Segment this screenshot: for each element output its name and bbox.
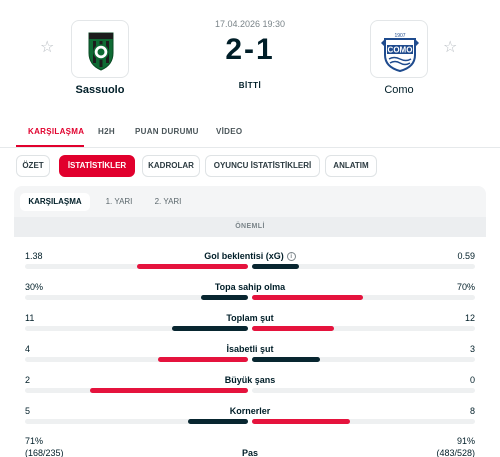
stat-label: İsabetli şut (0, 344, 500, 354)
tab-puan-durumu[interactable]: PUAN DURUMU (135, 127, 199, 136)
home-bar-fill (188, 419, 248, 424)
stat-away-value: 91% (456, 436, 475, 446)
away-bar-fill (252, 357, 320, 362)
stat-label: Pas (241, 448, 258, 457)
match-header: ☆ Sassuolo 17.04.2026 19:30 2-1 BİTTİ 19… (0, 0, 500, 112)
info-icon[interactable]: i (286, 252, 296, 261)
away-bar-track (252, 326, 475, 331)
subtab-oyuncu-istatistikleri[interactable]: OYUNCU İSTATİSTİKLERİ (205, 155, 320, 177)
stat-label: Kornerler (0, 406, 500, 416)
stat-row: 4 İsabetli şut 3 (0, 344, 500, 374)
subtab-ozet[interactable]: ÖZET (16, 155, 50, 177)
favorite-away-star-icon[interactable]: ☆ (443, 40, 457, 56)
away-bar-fill (252, 419, 350, 424)
stat-row: 1.38 Gol beklentisi (xG) i 0.59 (0, 251, 500, 281)
svg-text:COMO: COMO (388, 46, 413, 55)
stat-label-text: Gol beklentisi (xG) (204, 251, 284, 261)
home-bar-track (25, 295, 248, 300)
away-bar-track (252, 264, 475, 269)
subtab-istatistikler[interactable]: İSTATİSTİKLER (59, 155, 135, 177)
away-bar-fill (252, 326, 334, 331)
stat-away-value: 3 (469, 344, 475, 354)
stat-row: 2 Büyük şans 0 (0, 375, 500, 405)
stat-label-text: Toplam şut (226, 313, 274, 323)
stat-row-pas: 71% (168/235) Pas 91% (483/528) (0, 436, 500, 457)
home-bar-fill (90, 388, 248, 393)
stat-away-value: 0.59 (457, 251, 475, 261)
home-bar-fill (201, 295, 248, 300)
stat-away-detail: (483/528) (436, 448, 475, 457)
period-tab-full[interactable]: KARŞILAŞMA (20, 193, 90, 211)
como-crest-icon: 1907 COMO (381, 33, 419, 73)
stat-away-value: 0 (469, 375, 475, 385)
stat-label: Topa sahip olma (0, 282, 500, 292)
away-team-logo[interactable]: 1907 COMO (370, 20, 428, 78)
active-tab-indicator (16, 145, 84, 147)
away-bar-track (252, 419, 475, 424)
tab-video[interactable]: VİDEO (216, 127, 242, 136)
stat-row: 30% Topa sahip olma 70% (0, 282, 500, 312)
stat-label-text: İsabetli şut (226, 344, 274, 354)
away-bar-fill (252, 295, 363, 300)
stat-label: Büyük şans (0, 375, 500, 385)
home-bar-track (25, 388, 248, 393)
stat-label-text: Kornerler (229, 406, 271, 416)
home-bar-fill (172, 326, 248, 331)
away-bar-track (252, 388, 475, 393)
home-bar-track (25, 326, 248, 331)
subtab-anlatim[interactable]: ANLATIM (325, 155, 377, 177)
home-bar-fill (158, 357, 248, 362)
main-tab-bar: KARŞILAŞMA H2H PUAN DURUMU VİDEO (0, 118, 500, 148)
stat-away-value: 12 (464, 313, 475, 323)
away-bar-track (252, 295, 475, 300)
stat-row: 5 Kornerler 8 (0, 406, 500, 436)
stat-label: Toplam şut (0, 313, 500, 323)
away-team-name[interactable]: Como (349, 84, 449, 96)
home-bar-track (25, 419, 248, 424)
period-tab-first-half[interactable]: 1. YARI (96, 193, 142, 211)
svg-text:1907: 1907 (394, 33, 405, 39)
away-bar-track (252, 357, 475, 362)
tab-karsilasma[interactable]: KARŞILAŞMA (28, 127, 84, 136)
section-header-important: ÖNEMLİ (14, 217, 486, 237)
stat-row: 11 Toplam şut 12 (0, 313, 500, 343)
home-bar-fill (137, 264, 248, 269)
stat-home-value: 71% (25, 436, 44, 446)
stat-label-text: Büyük şans (224, 375, 276, 385)
stat-label-text: Topa sahip olma (214, 282, 286, 292)
home-bar-track (25, 264, 248, 269)
stat-away-value: 8 (469, 406, 475, 416)
away-bar-fill (252, 264, 299, 269)
stat-away-value: 70% (456, 282, 475, 292)
tab-h2h[interactable]: H2H (98, 127, 115, 136)
period-tab-second-half[interactable]: 2. YARI (145, 193, 191, 211)
subtab-kadrolar[interactable]: KADROLAR (142, 155, 200, 177)
stat-label: Gol beklentisi (xG) i (0, 251, 500, 261)
home-bar-track (25, 357, 248, 362)
